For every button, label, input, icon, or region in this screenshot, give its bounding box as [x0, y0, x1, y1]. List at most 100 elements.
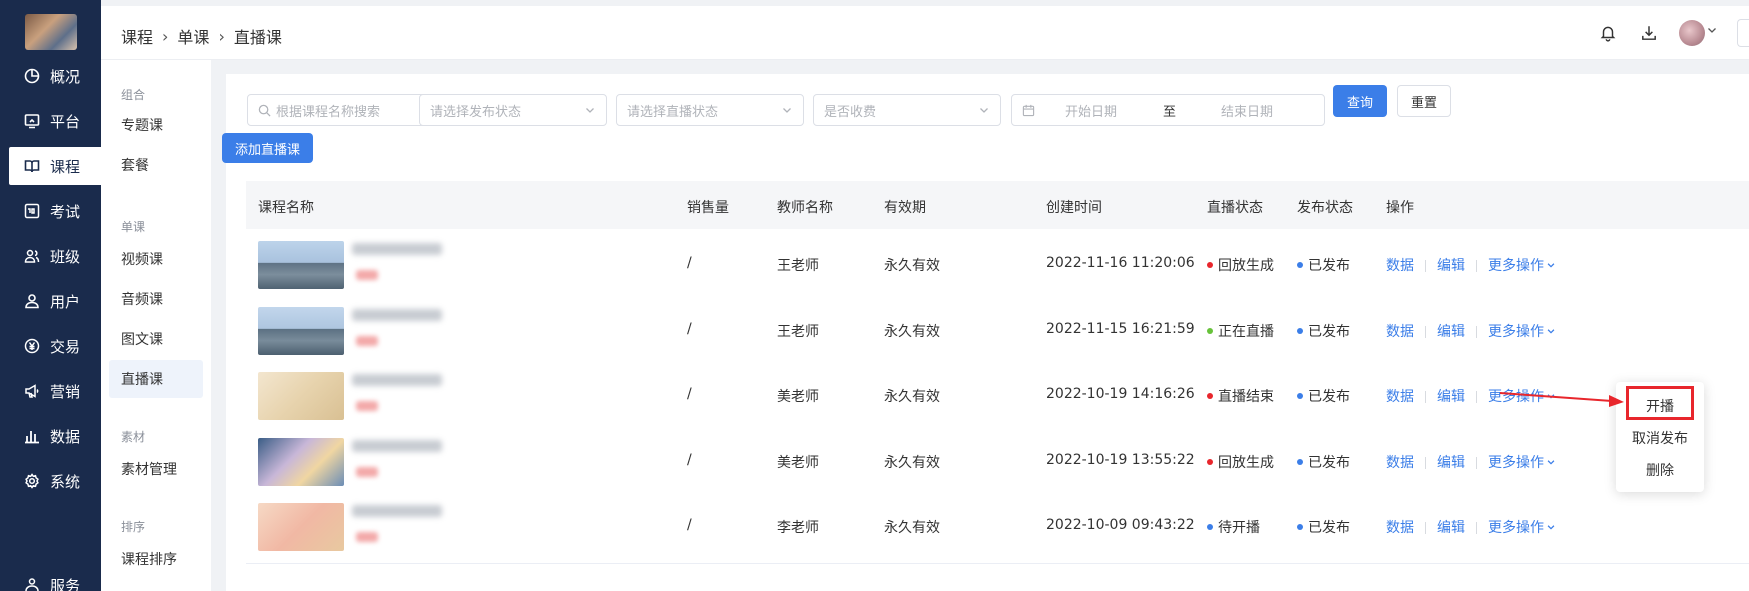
status-dot: [1207, 262, 1213, 268]
course-title-redacted: [352, 243, 442, 255]
pie-chart-icon: [24, 68, 40, 84]
nav-item-class[interactable]: 班级: [0, 237, 101, 275]
row-actions: 数据 编辑 更多操作: [1386, 321, 1556, 341]
sub-item-live[interactable]: 直播课: [109, 360, 203, 398]
column-header: 销售量: [687, 200, 729, 216]
sales-cell: /: [687, 517, 692, 533]
data-link[interactable]: 数据: [1386, 258, 1414, 274]
course-thumbnail[interactable]: [258, 437, 344, 486]
nav-item-trade[interactable]: 交易: [0, 327, 101, 365]
divider: [1476, 260, 1477, 272]
data-link[interactable]: 数据: [1386, 324, 1414, 340]
nav-item-service[interactable]: 服务: [0, 566, 101, 591]
edit-link[interactable]: 编辑: [1437, 258, 1465, 274]
row-actions: 数据 编辑 更多操作: [1386, 517, 1556, 537]
add-live-course-button[interactable]: 添加直播课: [222, 133, 313, 163]
nav-item-label: 服务: [50, 576, 81, 591]
nav-item-system[interactable]: 系统: [0, 462, 101, 500]
live-status-select[interactable]: 请选择直播状态: [616, 94, 804, 126]
sub-item-video[interactable]: 视频课: [109, 240, 203, 278]
table-row: / 王老师 永久有效 2022-11-15 16:21:59 正在直播 已发布 数据 编辑 更多…: [246, 294, 1749, 368]
nav-item-user[interactable]: 用户: [0, 282, 101, 320]
status-dot: [1297, 458, 1303, 465]
course-title-redacted: [352, 308, 442, 321]
created-cell: 2022-11-16 11:20:06: [1046, 255, 1195, 271]
publish-status-cell: 已发布: [1297, 386, 1350, 406]
search-placeholder: 根据课程名称搜索: [276, 104, 381, 120]
query-button[interactable]: 查询: [1333, 85, 1387, 117]
gear-icon: [24, 473, 40, 489]
more-actions-link[interactable]: 更多操作: [1488, 324, 1556, 340]
created-cell: 2022-10-09 09:43:22: [1046, 517, 1195, 533]
data-link[interactable]: 数据: [1386, 455, 1414, 471]
fee-select[interactable]: 是否收费: [813, 94, 1001, 126]
breadcrumb: 课程 › 单课 › 直播课: [121, 24, 282, 48]
divider: [1425, 260, 1426, 272]
created-cell: 2022-10-19 13:55:22: [1046, 451, 1195, 468]
validity-cell: 永久有效: [884, 323, 940, 340]
top-header: 课程 › 单课 › 直播课: [101, 6, 1749, 60]
user-icon: [24, 293, 40, 309]
live-status-text: 回放生成: [1218, 454, 1274, 471]
edit-link[interactable]: 编辑: [1437, 455, 1465, 471]
column-header: 教师名称: [777, 200, 833, 216]
chevron-down-icon: [1547, 525, 1555, 530]
book-icon: [24, 158, 40, 174]
sub-item-sort[interactable]: 课程排序: [109, 540, 203, 578]
nav-item-course[interactable]: 课程: [9, 147, 101, 185]
nav-item-marketing[interactable]: 营销: [0, 372, 101, 410]
course-thumbnail[interactable]: [258, 306, 344, 355]
sub-item-article[interactable]: 图文课: [109, 320, 203, 358]
course-thumbnail[interactable]: [258, 372, 344, 420]
more-actions-link[interactable]: 更多操作: [1488, 520, 1556, 536]
nav-item-platform[interactable]: 平台: [0, 102, 101, 140]
sub-item-package[interactable]: 套餐: [109, 146, 203, 184]
breadcrumb-chevron-icon: ›: [162, 26, 169, 46]
divider: [1425, 391, 1426, 403]
search-input[interactable]: 根据课程名称搜索: [247, 94, 436, 126]
edit-link[interactable]: 编辑: [1437, 389, 1465, 405]
created-cell: 2022-10-19 14:16:26: [1046, 386, 1195, 402]
course-tag-redacted: [356, 466, 378, 477]
sub-group-title: 组合: [121, 88, 146, 102]
edit-link[interactable]: 编辑: [1437, 324, 1465, 340]
course-thumbnail[interactable]: [258, 503, 344, 551]
breadcrumb-item[interactable]: 课程: [121, 24, 153, 48]
more-actions-link[interactable]: 更多操作: [1488, 389, 1556, 405]
data-link[interactable]: 数据: [1386, 389, 1414, 405]
live-status-cell: 回放生成: [1207, 255, 1274, 275]
bell-icon[interactable]: [1598, 23, 1618, 43]
sub-item-material[interactable]: 素材管理: [109, 450, 203, 488]
sub-item-audio[interactable]: 音频课: [109, 280, 203, 318]
menu-item-unpublish[interactable]: 取消发布: [1616, 428, 1704, 448]
calendar-icon: [1022, 104, 1035, 116]
breadcrumb-item[interactable]: 单课: [177, 24, 209, 48]
divider: [1476, 456, 1477, 469]
status-dot: [1207, 327, 1213, 334]
divider: [1425, 522, 1426, 534]
data-link[interactable]: 数据: [1386, 520, 1414, 536]
menu-item-delete[interactable]: 删除: [1616, 460, 1704, 480]
sub-item-topic[interactable]: 专题课: [109, 106, 203, 144]
chevron-down-icon[interactable]: [1706, 24, 1718, 40]
download-icon[interactable]: [1639, 23, 1659, 43]
header-partial-button[interactable]: [1737, 19, 1749, 47]
live-status-text: 直播结束: [1218, 389, 1274, 405]
more-actions-link[interactable]: 更多操作: [1488, 455, 1556, 471]
nav-item-label: 营销: [50, 382, 81, 401]
more-actions-link[interactable]: 更多操作: [1488, 258, 1556, 274]
course-thumbnail[interactable]: [258, 241, 344, 289]
avatar[interactable]: [1679, 20, 1705, 46]
nav-item-exam[interactable]: 考试: [0, 192, 101, 230]
row-actions: 数据 编辑 更多操作: [1386, 255, 1556, 275]
reset-button[interactable]: 重置: [1397, 85, 1451, 117]
publish-status-select[interactable]: 请选择发布状态: [419, 94, 607, 126]
group-icon: [24, 248, 40, 264]
date-range-picker[interactable]: 开始日期 至 结束日期: [1011, 94, 1325, 126]
nav-item-overview[interactable]: 概况: [0, 57, 101, 95]
edit-link[interactable]: 编辑: [1437, 520, 1465, 536]
nav-item-data[interactable]: 数据: [0, 417, 101, 455]
live-status-text: 正在直播: [1218, 323, 1274, 340]
publish-status-cell: 已发布: [1297, 452, 1350, 472]
select-placeholder: 是否收费: [824, 104, 877, 120]
